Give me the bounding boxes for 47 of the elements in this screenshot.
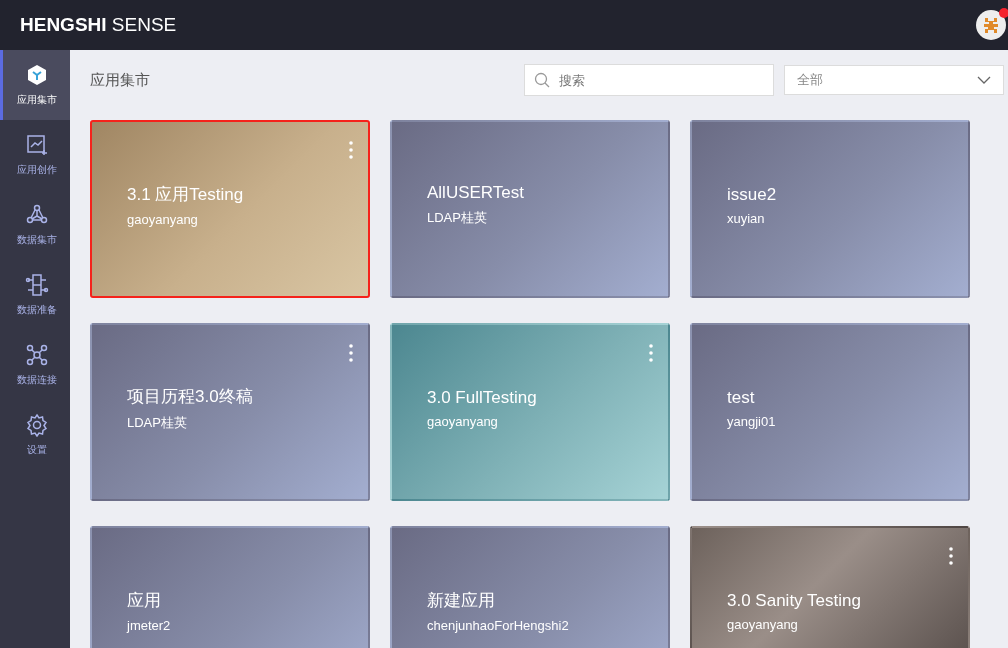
sidebar-item[interactable]: 数据准备 bbox=[0, 260, 70, 330]
app-title: 项目历程3.0终稿 bbox=[127, 385, 254, 408]
app-title: 3.0 FullTesting bbox=[427, 387, 538, 408]
app-card[interactable]: 新建应用 chenjunhaoForHengshi2 bbox=[390, 526, 670, 648]
app-owner: LDAP桂英 bbox=[127, 413, 188, 432]
app-card[interactable]: 应用 jmeter2 bbox=[90, 526, 370, 648]
app-title: AllUSERTest bbox=[427, 183, 525, 203]
sidebar-item[interactable]: 数据连接 bbox=[0, 330, 70, 400]
app-title: 应用 bbox=[127, 590, 162, 612]
sidebar-item[interactable]: 数据集市 bbox=[0, 190, 70, 260]
filter-dropdown[interactable]: 全部 bbox=[784, 65, 1004, 95]
search-field[interactable]: 搜索 bbox=[524, 64, 774, 96]
app-title: issue2 bbox=[727, 184, 778, 205]
sidebar-item[interactable]: 应用集市 bbox=[0, 50, 70, 120]
app-owner: chenjunhaoForHengshi2 bbox=[427, 618, 570, 633]
nodes-icon bbox=[24, 273, 49, 297]
app-owner: yangji01 bbox=[727, 413, 777, 429]
app-title: test bbox=[727, 387, 756, 408]
app-card[interactable]: 项目历程3.0终稿 LDAP桂英 bbox=[90, 323, 370, 501]
page-title: 应用集市 bbox=[90, 70, 151, 90]
app-card[interactable]: AllUSERTest LDAP桂英 bbox=[390, 120, 670, 298]
app-owner: gaoyanyang bbox=[427, 413, 499, 429]
brand-logo: HENGSHI SENSE bbox=[20, 14, 177, 36]
more-options-icon[interactable] bbox=[348, 140, 354, 160]
more-options-icon[interactable] bbox=[948, 546, 954, 566]
more-options-icon[interactable] bbox=[348, 343, 354, 363]
app-owner: gaoyanyang bbox=[127, 212, 199, 227]
chevron-down-icon bbox=[977, 76, 991, 84]
sidebar-item[interactable]: 应用创作 bbox=[0, 120, 70, 190]
app-card[interactable]: issue2 xuyian bbox=[690, 120, 970, 298]
app-owner: xuyian bbox=[727, 210, 766, 226]
app-card[interactable]: test yangji01 bbox=[690, 323, 970, 501]
chart-icon bbox=[24, 133, 49, 157]
app-card[interactable]: 3.0 Sanity Testing gaoyanyang bbox=[690, 526, 970, 648]
settings-icon bbox=[24, 413, 49, 437]
app-title: 新建应用 bbox=[427, 590, 496, 612]
connection-icon bbox=[24, 343, 49, 367]
more-options-icon[interactable] bbox=[648, 343, 654, 363]
app-card[interactable]: 3.0 FullTesting gaoyanyang bbox=[390, 323, 670, 501]
app-title: 3.0 Sanity Testing bbox=[727, 590, 862, 611]
app-title: 3.1 应用Testing bbox=[127, 184, 245, 206]
user-avatar[interactable] bbox=[976, 10, 1006, 40]
app-owner: LDAP桂英 bbox=[427, 209, 488, 227]
app-owner: jmeter2 bbox=[127, 618, 172, 633]
sidebar-item[interactable]: 设置 bbox=[0, 400, 70, 470]
app-owner: gaoyanyang bbox=[727, 616, 799, 632]
app-card[interactable]: 3.1 应用Testing gaoyanyang bbox=[90, 120, 370, 298]
